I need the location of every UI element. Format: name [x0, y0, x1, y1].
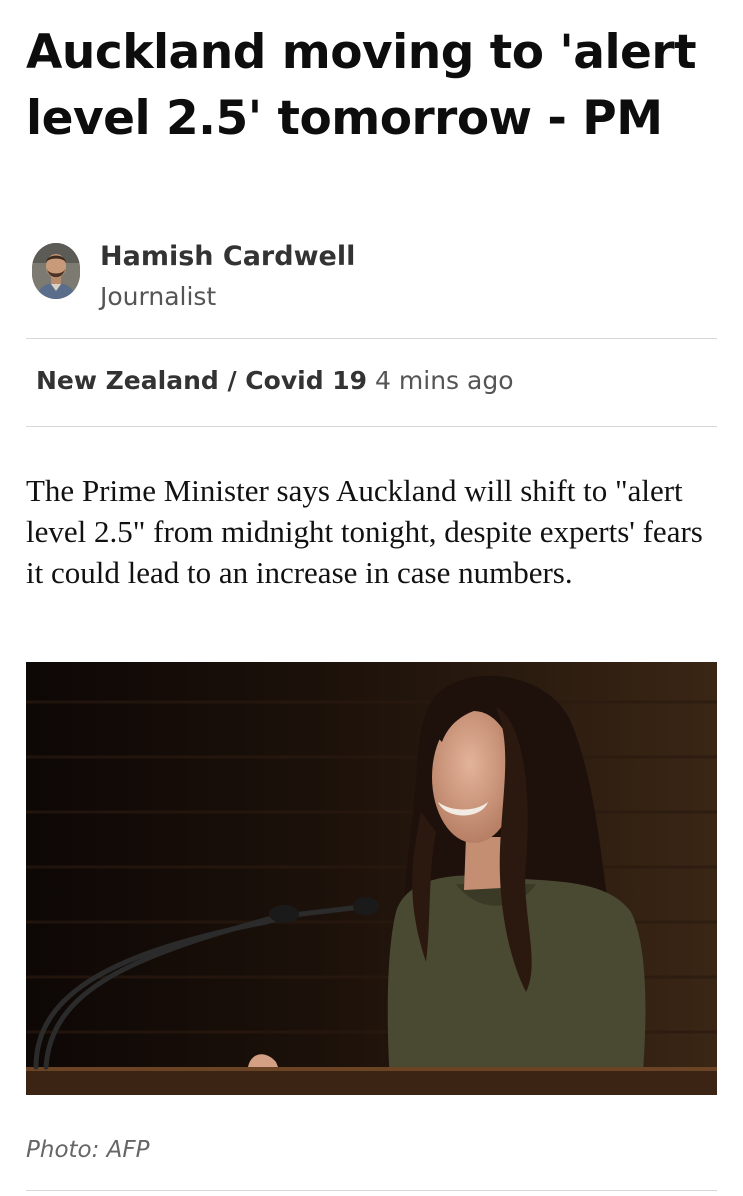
- divider-bottom: [26, 426, 717, 427]
- author-byline[interactable]: Hamish Cardwell Journalist: [32, 240, 722, 311]
- photo-caption: Photo: AFP: [26, 1137, 150, 1163]
- article-headline: Auckland moving to 'alert level 2.5' tom…: [26, 25, 697, 146]
- article-lede: The Prime Minister says Auckland will sh…: [26, 473, 703, 590]
- article-photo[interactable]: [26, 662, 717, 1095]
- section-breadcrumb[interactable]: New Zealand / Covid 19: [36, 366, 367, 395]
- author-portrait-icon: [32, 243, 80, 299]
- timestamp: 4 mins ago: [375, 366, 514, 395]
- author-avatar[interactable]: [32, 243, 80, 299]
- author-role: Journalist: [100, 282, 217, 311]
- author-name[interactable]: Hamish Cardwell: [100, 240, 355, 274]
- article-meta: New Zealand / Covid 19 4 mins ago: [36, 363, 514, 399]
- press-conference-photo: [26, 662, 717, 1095]
- divider-top: [26, 338, 717, 339]
- divider-footer: [26, 1190, 717, 1191]
